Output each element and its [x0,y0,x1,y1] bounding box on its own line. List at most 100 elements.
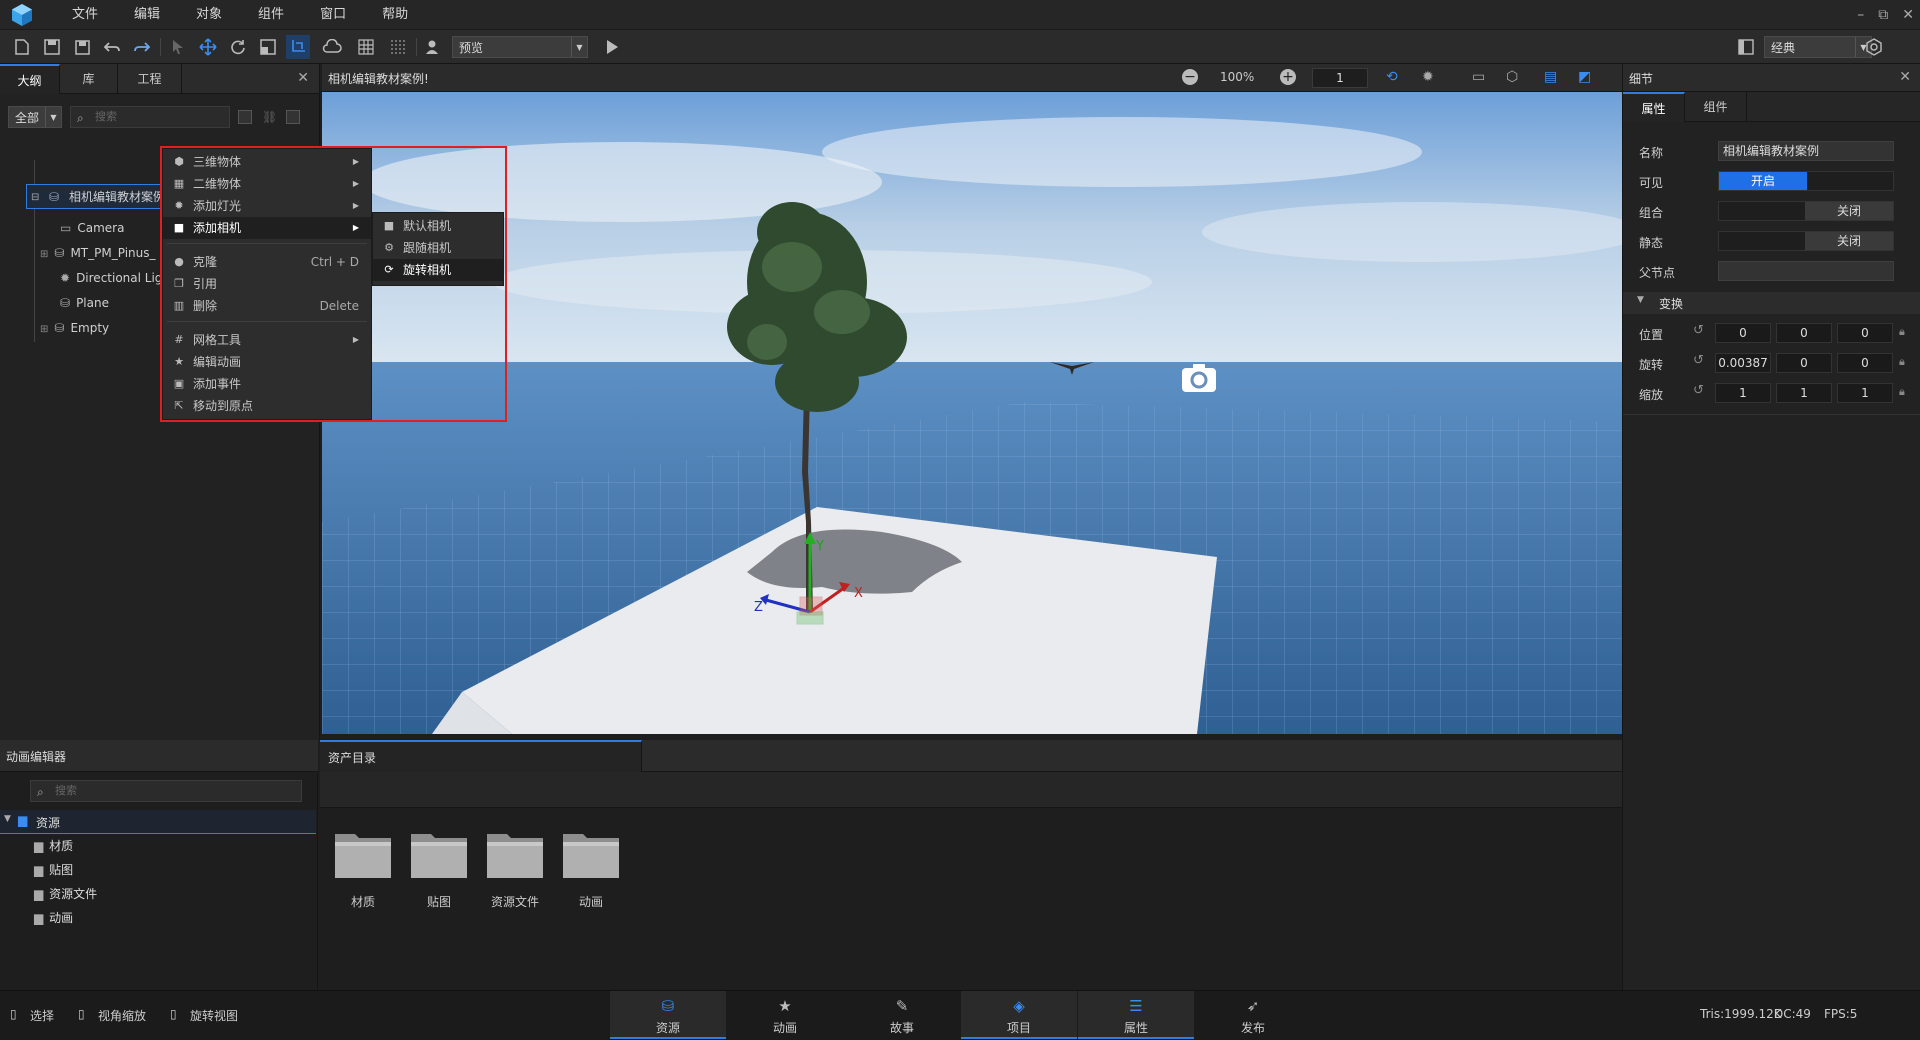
render-mode-icon[interactable]: ◩ [1578,69,1591,85]
reset-icon[interactable]: ↺ [1693,323,1704,338]
collapse-icon[interactable]: ⊟ [31,185,39,210]
tab-components[interactable]: 组件 [1685,92,1747,122]
reset-icon[interactable]: ↺ [1693,383,1704,398]
save-icon[interactable] [40,35,64,59]
bottom-tab-publish[interactable]: ➶ 发布 [1195,991,1311,1039]
outline-search-input[interactable]: ⌕ 搜索 [70,106,230,128]
lighting-icon[interactable]: ✹ [1422,69,1434,85]
bottom-tab-story[interactable]: ✎ 故事 [844,991,960,1039]
menu-window[interactable]: 窗口 [302,0,364,30]
anim-search-input[interactable]: ⌕ 搜索 [30,780,302,802]
lock-icon[interactable]: 🔒︎ [1899,355,1905,369]
ctx-add-camera[interactable]: ■ 添加相机 ▶ [163,217,371,239]
rotation-y[interactable]: 0 [1776,353,1832,373]
name-field[interactable]: 相机编辑教材案例 [1718,141,1894,161]
dot-grid-icon[interactable] [386,35,410,59]
visible-toggle[interactable]: 开启 [1718,171,1894,191]
tab-properties[interactable]: 属性 [1623,92,1685,122]
transform-tool-icon[interactable] [286,35,310,59]
scale-z[interactable]: 1 [1837,383,1893,403]
redo-icon[interactable] [130,35,154,59]
tree-item-empty[interactable]: ⊞ ⛁ Empty [40,316,109,341]
tab-asset-directory[interactable]: 资产目录 [320,740,642,772]
cloud-icon[interactable] [320,35,344,59]
tree-item-plane[interactable]: ⛁ Plane [60,291,109,316]
lock-icon[interactable]: 🔒︎ [1899,385,1905,399]
ctx-3d-object[interactable]: ⬢ 三维物体 ▶ [163,151,371,173]
folder-item-animation[interactable]: 动画 [560,828,622,910]
ctx-edit-animation[interactable]: ★ 编辑动画 [163,351,371,373]
ctx-clone[interactable]: ● 克隆 Ctrl + D [163,251,371,273]
parent-field[interactable] [1718,261,1894,281]
resource-child-row[interactable]: ▆ 贴图 [34,861,73,883]
scale-x[interactable]: 1 [1715,383,1771,403]
unlink-icon[interactable] [286,110,300,124]
rotate-tool-icon[interactable] [226,35,250,59]
tab-project[interactable]: 工程 [118,64,182,94]
submenu-follow-camera[interactable]: ⚙ 跟随相机 [373,237,503,259]
expand-icon[interactable]: ⊞ [40,324,48,335]
grid-snap-icon[interactable] [354,35,378,59]
expand-icon[interactable]: ⊞ [40,249,48,260]
minimize-button[interactable]: – [1857,7,1864,23]
ctx-2d-object[interactable]: ▦ 二维物体 ▶ [163,173,371,195]
bottom-tab-resources[interactable]: ⛁ 资源 [610,991,726,1039]
menu-object[interactable]: 对象 [178,0,240,30]
close-icon[interactable]: ✕ [297,70,309,86]
user-icon[interactable] [420,35,444,59]
group-toggle[interactable]: 关闭 [1718,201,1894,221]
ctx-add-event[interactable]: ▣ 添加事件 [163,373,371,395]
menu-file[interactable]: 文件 [54,0,116,30]
camera-view-icon[interactable]: ▭ [1472,69,1485,85]
hexagon-settings-icon[interactable] [1862,35,1886,59]
resource-root-row[interactable]: ▼ ▆ 资源 [0,810,316,834]
mode-select[interactable]: 预览 ▼ [452,36,588,58]
scale-y[interactable]: 1 [1776,383,1832,403]
orbit-icon[interactable]: ⟲ [1386,69,1398,85]
cube-view-icon[interactable]: ⬡ [1506,69,1518,85]
menu-edit[interactable]: 编辑 [116,0,178,30]
submenu-default-camera[interactable]: ■ 默认相机 [373,215,503,237]
reset-icon[interactable]: ↺ [1693,353,1704,368]
ctx-delete[interactable]: ▥ 删除 Delete [163,295,371,317]
transform-section-header[interactable]: ▼ 变换 [1623,292,1920,314]
zoom-out-icon[interactable]: − [1182,69,1198,85]
add-node-icon[interactable] [238,110,252,124]
link-icon[interactable]: ⛓ [262,110,277,124]
tree-item-light[interactable]: ✹ Directional Ligl [60,266,166,291]
folder-item-textures[interactable]: 贴图 [408,828,470,910]
resource-child-row[interactable]: ▆ 动画 [34,909,73,931]
save-all-icon[interactable] [70,35,94,59]
speed-input[interactable]: 1 [1312,68,1368,88]
menu-component[interactable]: 组件 [240,0,302,30]
ctx-mesh-tools[interactable]: # 网格工具 ▶ [163,329,371,351]
layout-select[interactable]: 经典 ▼ [1764,36,1872,58]
move-tool-icon[interactable] [196,35,220,59]
play-icon[interactable] [600,35,624,59]
close-icon[interactable]: ✕ [1899,69,1911,85]
static-toggle[interactable]: 关闭 [1718,231,1894,251]
tree-item-camera[interactable]: ▭ Camera [60,216,124,241]
position-x[interactable]: 0 [1715,323,1771,343]
restore-button[interactable]: ⧉ [1878,7,1888,23]
tree-item-mesh[interactable]: ⊞ ⛁ MT_PM_Pinus_ [40,241,156,266]
folder-item-materials[interactable]: 材质 [332,828,394,910]
position-z[interactable]: 0 [1837,323,1893,343]
ctx-add-light[interactable]: ✹ 添加灯光 ▶ [163,195,371,217]
ctx-move-to-origin[interactable]: ⇱ 移动到原点 [163,395,371,417]
ctx-reference[interactable]: ❐ 引用 [163,273,371,295]
lock-icon[interactable]: 🔒︎ [1899,325,1905,339]
rotation-z[interactable]: 0 [1837,353,1893,373]
new-file-icon[interactable] [10,35,34,59]
panel-view-icon[interactable]: ▤ [1544,69,1557,85]
resource-child-row[interactable]: ▆ 资源文件 [34,885,97,907]
bottom-tab-properties[interactable]: ☰ 属性 [1078,991,1194,1039]
scale-tool-icon[interactable] [256,35,280,59]
menu-help[interactable]: 帮助 [364,0,426,30]
resource-child-row[interactable]: ▆ 材质 [34,837,73,859]
scene-viewport[interactable]: Y X Z [322,92,1622,734]
submenu-rotate-camera[interactable]: ⟳ 旋转相机 [373,259,503,281]
folder-item-resource-files[interactable]: 资源文件 [484,828,546,910]
layout-icon[interactable] [1734,35,1758,59]
position-y[interactable]: 0 [1776,323,1832,343]
